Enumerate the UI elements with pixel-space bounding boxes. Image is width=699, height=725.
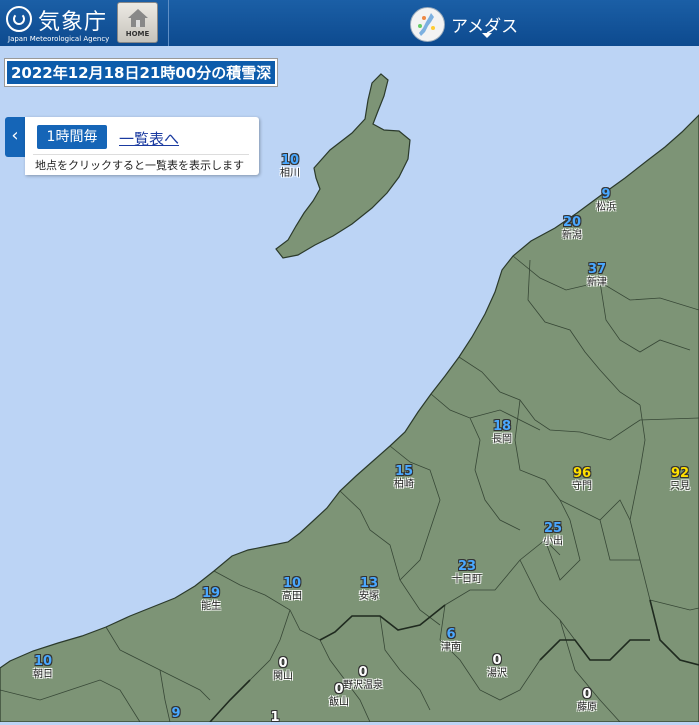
station-name: 湯沢 (487, 668, 507, 679)
station-name: 津南 (441, 642, 461, 653)
home-button[interactable]: HOME (117, 2, 158, 43)
chevron-down-icon (482, 33, 492, 38)
map-canvas[interactable] (0, 0, 699, 722)
station-marker[interactable]: 9 松浜 (576, 188, 636, 214)
station-name: 朝日 (33, 669, 53, 680)
station-name: 新潟 (562, 230, 582, 241)
collapse-panel-button[interactable]: ‹ (5, 117, 25, 157)
station-marker[interactable]: 10 相川 (260, 154, 320, 180)
station-marker[interactable]: 19 能生 (181, 587, 241, 613)
station-marker[interactable]: 96 守門 (552, 467, 612, 493)
station-marker[interactable]: 6 津南 (421, 628, 481, 654)
station-value: 10 (33, 654, 53, 669)
station-name: 小出 (543, 536, 563, 547)
station-value: 0 (358, 665, 368, 680)
station-marker[interactable]: 10 高田 (262, 577, 322, 603)
station-value: 15 (394, 464, 414, 479)
station-name: 安塚 (359, 591, 379, 602)
station-value: 23 (457, 559, 477, 574)
panel-divider (33, 154, 249, 155)
station-marker[interactable]: 0 藤原 (557, 688, 617, 714)
station-marker[interactable]: 92 只見 (650, 467, 699, 493)
amedas-map-icon (410, 7, 445, 42)
station-marker[interactable]: 25 小出 (523, 522, 583, 548)
station-marker[interactable]: 1 (245, 711, 305, 725)
station-marker[interactable]: 10 朝日 (13, 655, 73, 681)
station-marker[interactable]: 13 安塚 (339, 577, 399, 603)
station-value: 20 (562, 215, 582, 230)
station-marker[interactable]: 0 飯山 (309, 683, 369, 709)
station-name: 柏崎 (394, 479, 414, 490)
control-panel: 1時間毎 一覧表へ 地点をクリックすると一覧表を表示します (25, 117, 259, 175)
interval-button[interactable]: 1時間毎 (37, 125, 107, 149)
list-link[interactable]: 一覧表へ (119, 128, 179, 149)
station-name: 飯山 (329, 697, 349, 708)
logo-title: 気象庁 (38, 10, 108, 35)
station-value: 0 (492, 653, 502, 668)
home-icon (128, 9, 148, 27)
station-value: 19 (201, 586, 221, 601)
station-marker[interactable]: 15 柏崎 (374, 465, 434, 491)
station-value: 92 (670, 466, 690, 481)
header-divider (168, 0, 169, 46)
station-name: 守門 (572, 481, 592, 492)
station-value: 96 (572, 466, 592, 481)
map-title: 2022年12月18日21時00分の積雪深 (5, 59, 278, 86)
station-value: 0 (278, 656, 288, 671)
chevron-left-icon: ‹ (11, 125, 19, 146)
station-name: 相川 (280, 168, 300, 179)
station-value: 9 (601, 187, 611, 202)
station-name: 只見 (670, 481, 690, 492)
station-name: 関山 (273, 671, 293, 682)
station-value: 13 (359, 576, 379, 591)
panel-hint: 地点をクリックすると一覧表を表示します (35, 159, 244, 172)
station-name: 松浜 (596, 202, 616, 213)
station-value: 0 (334, 682, 344, 697)
station-value: 10 (280, 153, 300, 168)
station-name: 長岡 (492, 434, 512, 445)
station-marker[interactable]: 9 (146, 707, 206, 721)
station-value: 37 (587, 262, 607, 277)
station-value: 10 (282, 576, 302, 591)
station-name: 能生 (201, 601, 221, 612)
station-value: 1 (270, 710, 280, 725)
station-name: 高田 (282, 591, 302, 602)
station-value: 18 (492, 419, 512, 434)
station-value: 25 (543, 521, 563, 536)
home-label: HOME (125, 30, 150, 38)
station-marker[interactable]: 37 新津 (567, 263, 627, 289)
station-name: 藤原 (577, 702, 597, 713)
station-value: 0 (582, 687, 592, 702)
station-value: 6 (446, 627, 456, 642)
jma-logo-icon (6, 6, 32, 32)
station-marker[interactable]: 18 長岡 (472, 420, 532, 446)
jma-logo[interactable]: 気象庁 Japan Meteorological Agency (6, 4, 112, 44)
station-value: 9 (171, 706, 181, 721)
station-name: 新津 (587, 277, 607, 288)
logo-subtitle: Japan Meteorological Agency (8, 35, 110, 43)
station-marker[interactable]: 20 新潟 (542, 216, 602, 242)
app-header: 気象庁 Japan Meteorological Agency HOME アメダ… (0, 0, 699, 46)
station-name: 十日町 (452, 574, 482, 585)
station-marker[interactable]: 0 湯沢 (467, 654, 527, 680)
station-marker[interactable]: 0 関山 (253, 657, 313, 683)
station-marker[interactable]: 23 十日町 (437, 560, 497, 586)
